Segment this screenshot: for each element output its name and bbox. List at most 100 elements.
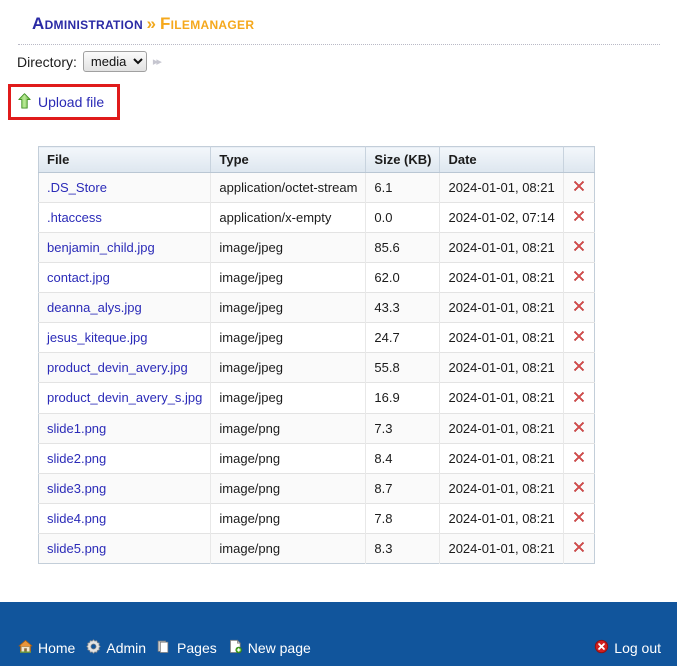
cell-type: image/png (210, 502, 367, 534)
delete-icon[interactable] (572, 510, 586, 527)
delete-icon[interactable] (572, 359, 586, 376)
cell-delete (563, 171, 595, 203)
cell-file: benjamin_child.jpg (38, 232, 212, 263)
cell-size: 43.3 (365, 292, 441, 323)
file-table-container: File Type Size (KB) Date .DS_Store applic… (38, 146, 595, 564)
cell-type: image/png (210, 442, 367, 474)
file-link[interactable]: slide4.png (47, 511, 106, 526)
upload-file-link[interactable]: Upload file (38, 94, 104, 110)
cell-date: 2024-01-01, 08:21 (439, 352, 564, 383)
home-icon (18, 639, 33, 657)
cell-size: 7.3 (365, 412, 441, 444)
delete-icon[interactable] (572, 390, 586, 407)
delete-icon[interactable] (572, 269, 586, 286)
cell-delete (563, 292, 595, 323)
delete-icon[interactable] (572, 299, 586, 316)
delete-icon[interactable] (572, 450, 586, 467)
table-row: product_devin_avery.jpg image/jpeg 55.8 202… (38, 352, 595, 383)
cell-file: slide2.png (38, 442, 212, 474)
table-header-row: File Type Size (KB) Date (38, 146, 595, 173)
cell-type: image/jpeg (210, 232, 367, 263)
file-table-body: .DS_Store application/octet-stream 6.1 2024… (38, 171, 595, 564)
file-link[interactable]: slide3.png (47, 481, 106, 496)
file-link[interactable]: product_devin_avery_s.jpg (47, 390, 202, 405)
table-row: slide2.png image/png 8.4 2024-01-01, 08:21 (38, 442, 595, 474)
cell-type: image/jpeg (210, 322, 367, 353)
cell-type: image/jpeg (210, 382, 367, 413)
cell-date: 2024-01-01, 08:21 (439, 322, 564, 353)
cell-file: slide3.png (38, 472, 212, 504)
cell-date: 2024-01-01, 08:21 (439, 292, 564, 323)
delete-icon[interactable] (572, 209, 586, 226)
cell-date: 2024-01-01, 08:21 (439, 262, 564, 293)
header-divider (18, 44, 660, 45)
table-row: jesus_kiteque.jpg image/jpeg 24.7 2024-01-0… (38, 322, 595, 353)
table-row: contact.jpg image/jpeg 62.0 2024-01-01, 08:… (38, 262, 595, 293)
breadcrumb-separator: » (146, 14, 157, 33)
column-header-date[interactable]: Date (439, 146, 564, 173)
table-row: benjamin_child.jpg image/jpeg 85.6 2024-01-… (38, 232, 595, 263)
file-link[interactable]: contact.jpg (47, 270, 110, 285)
arrow-up-icon (18, 92, 31, 112)
cell-type: image/jpeg (210, 292, 367, 323)
cell-size: 55.8 (365, 352, 441, 383)
cell-date: 2024-01-01, 08:21 (439, 412, 564, 444)
column-header-type[interactable]: Type (210, 146, 367, 173)
table-row: slide3.png image/png 8.7 2024-01-01, 08:21 (38, 472, 595, 504)
cell-date: 2024-01-01, 08:21 (439, 502, 564, 534)
delete-icon[interactable] (572, 540, 586, 557)
cell-size: 8.7 (365, 472, 441, 504)
nav-item-new-page[interactable]: New page (228, 639, 311, 657)
directory-select[interactable]: media (82, 51, 147, 72)
file-link[interactable]: .DS_Store (47, 180, 107, 195)
footer-bar: Home Admin Pages New page Log out (0, 602, 677, 666)
delete-icon[interactable] (572, 239, 586, 256)
table-row: slide1.png image/png 7.3 2024-01-01, 08:21 (38, 412, 595, 444)
file-link[interactable]: jesus_kiteque.jpg (47, 330, 147, 345)
cell-delete (563, 502, 595, 534)
new-page-icon (228, 639, 243, 657)
cell-delete (563, 442, 595, 474)
file-link[interactable]: slide2.png (47, 451, 106, 466)
nav-item-pages[interactable]: Pages (157, 639, 217, 657)
cell-delete (563, 262, 595, 293)
cell-size: 24.7 (365, 322, 441, 353)
nav-item-home-label: Home (38, 640, 76, 656)
cell-size: 16.9 (365, 382, 441, 413)
file-link[interactable]: product_devin_avery.jpg (47, 360, 188, 375)
footer-nav: Home Admin Pages New page Log out (0, 639, 677, 657)
cell-file: .DS_Store (38, 171, 212, 203)
delete-icon[interactable] (572, 179, 586, 196)
file-link[interactable]: deanna_alys.jpg (47, 300, 142, 315)
nav-item-logout[interactable]: Log out (594, 639, 661, 657)
delete-icon[interactable] (572, 420, 586, 437)
cell-delete (563, 322, 595, 353)
cell-size: 6.1 (365, 171, 441, 203)
file-table-head: File Type Size (KB) Date (38, 146, 595, 173)
file-link[interactable]: .htaccess (47, 210, 102, 225)
file-link[interactable]: slide1.png (47, 421, 106, 436)
file-link[interactable]: slide5.png (47, 541, 106, 556)
cell-date: 2024-01-01, 08:21 (439, 532, 564, 564)
nav-item-pages-label: Pages (177, 640, 217, 656)
nav-item-admin[interactable]: Admin (86, 639, 146, 657)
column-header-size[interactable]: Size (KB) (365, 146, 441, 173)
cell-delete (563, 472, 595, 504)
delete-icon[interactable] (572, 480, 586, 497)
cell-type: application/octet-stream (210, 171, 367, 203)
file-link[interactable]: benjamin_child.jpg (47, 240, 155, 255)
breadcrumb-administration: Administration (32, 14, 143, 33)
file-table: File Type Size (KB) Date .DS_Store applic… (38, 146, 595, 564)
cell-size: 85.6 (365, 232, 441, 263)
nav-item-admin-label: Admin (106, 640, 147, 656)
cell-size: 8.3 (365, 532, 441, 564)
nav-item-home[interactable]: Home (18, 639, 75, 657)
upload-file-highlight-box: Upload file (8, 84, 120, 120)
delete-icon[interactable] (572, 329, 586, 346)
cell-type: image/png (210, 532, 367, 564)
footer-nav-left: Home Admin Pages New page (18, 639, 311, 657)
breadcrumb-filemanager: Filemanager (159, 14, 255, 33)
cell-date: 2024-01-02, 07:14 (439, 202, 564, 233)
column-header-actions (563, 146, 595, 173)
column-header-file[interactable]: File (38, 146, 212, 173)
